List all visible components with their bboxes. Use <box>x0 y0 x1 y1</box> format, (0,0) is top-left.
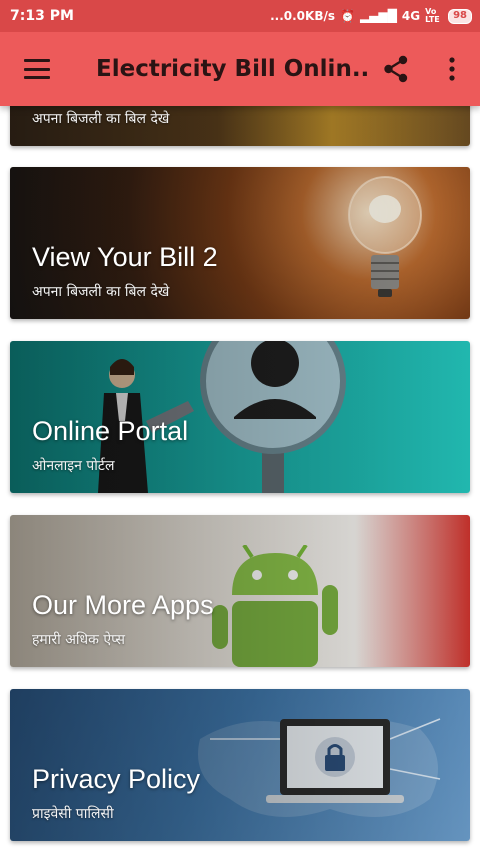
menu-button[interactable] <box>0 32 74 106</box>
status-bar: 7:13 PM ...0.0KB/s ⏰ ▂▄▆█ 4G Vo LTE 98 <box>0 0 480 32</box>
card-subtitle: अपना बिजली का बिल देखे <box>32 284 170 300</box>
network-type: 4G <box>401 9 421 23</box>
card-subtitle: प्राइवेसी पालिसी <box>32 806 114 822</box>
card-list[interactable]: अपना बिजली का बिल देखे View Your Bill 2 … <box>0 106 480 853</box>
signal-icon: ▂▄▆█ <box>359 9 397 23</box>
card-title: Online Portal <box>32 416 189 446</box>
card-subtitle: ओनलाइन पोर्टल <box>32 458 115 474</box>
app-title: Electricity Bill Onlin... <box>96 56 368 82</box>
status-time: 7:13 PM <box>10 8 74 24</box>
card-title: Privacy Policy <box>32 764 201 794</box>
status-icons: ...0.0KB/s ⏰ ▂▄▆█ 4G Vo LTE 98 <box>270 8 472 24</box>
network-speed: ...0.0KB/s <box>270 9 335 23</box>
battery-indicator: 98 <box>448 8 472 24</box>
card-view-bill-1[interactable]: अपना बिजली का बिल देखे <box>10 106 470 146</box>
overflow-menu-button[interactable] <box>424 32 480 106</box>
app-bar: Electricity Bill Onlin... <box>0 32 480 106</box>
card-title: Our More Apps <box>32 590 214 620</box>
hamburger-menu-icon <box>24 59 50 79</box>
share-button[interactable] <box>368 32 424 106</box>
card-subtitle: अपना बिजली का बिल देखे <box>32 111 170 127</box>
alarm-icon: ⏰ <box>340 9 355 23</box>
card-title: View Your Bill 2 <box>32 242 218 272</box>
card-privacy-policy[interactable]: Privacy Policy प्राइवेसी पालिसी <box>10 689 470 841</box>
more-vert-icon <box>449 57 455 81</box>
volte-label: Vo LTE <box>425 7 440 24</box>
share-icon <box>384 55 408 83</box>
card-view-bill-2[interactable]: View Your Bill 2 अपना बिजली का बिल देखे <box>10 167 470 319</box>
card-more-apps[interactable]: Our More Apps हमारी अधिक ऐप्स <box>10 515 470 667</box>
card-online-portal[interactable]: Online Portal ओनलाइन पोर्टल <box>10 341 470 493</box>
card-subtitle: हमारी अधिक ऐप्स <box>32 632 125 648</box>
